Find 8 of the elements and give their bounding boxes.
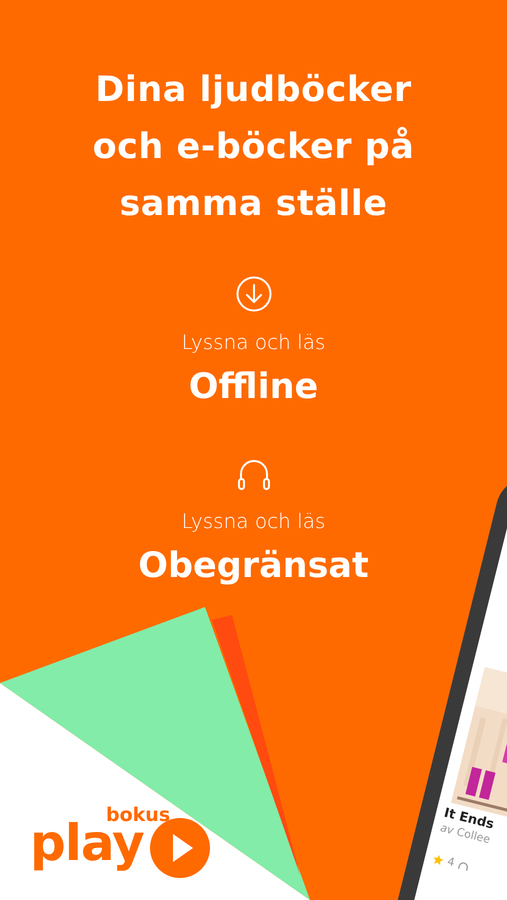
- feature-caption: Lyssna och läs: [182, 329, 326, 356]
- feature-title: Obegränsat: [138, 544, 369, 588]
- star-icon: [432, 853, 445, 866]
- headline: Dina ljudböcker och e-böcker på samma ställe: [92, 69, 414, 226]
- feature-title: Offline: [188, 366, 318, 409]
- feature-caption: Lyssna och läs: [182, 508, 326, 534]
- download-icon: [234, 275, 272, 313]
- rating-count: 4: [445, 854, 456, 872]
